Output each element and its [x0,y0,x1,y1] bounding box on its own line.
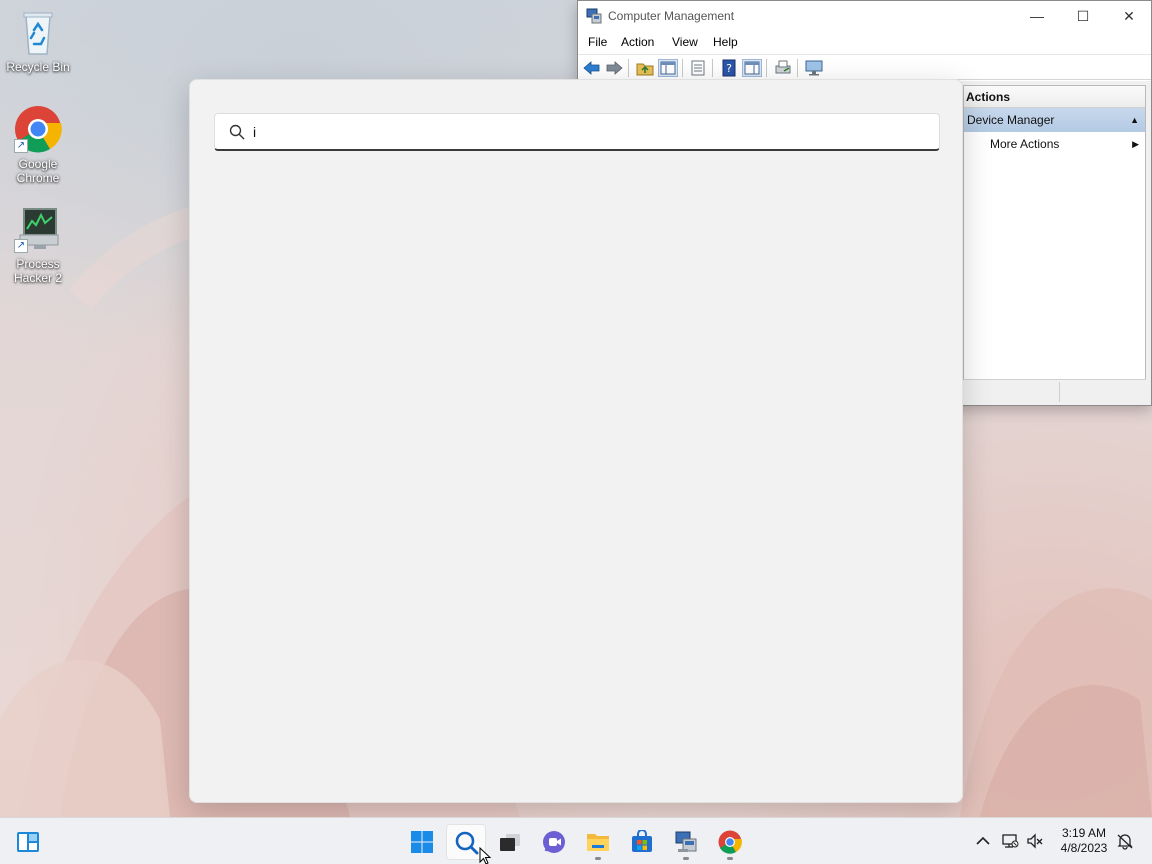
toolbar: ? [578,54,1151,80]
chrome-icon: ↗ [14,105,62,153]
properties-icon[interactable] [688,59,708,77]
toolbar-separator [797,59,798,77]
print-icon[interactable] [773,59,793,77]
status-bar [963,379,1146,403]
menu-file[interactable]: File [588,35,607,49]
menu-view[interactable]: View [672,35,698,49]
file-explorer-icon [586,830,610,854]
computer-management-icon [674,830,698,854]
title-bar[interactable]: Computer Management — ☐ ✕ [578,1,1151,32]
minimize-button[interactable]: — [1014,1,1060,32]
menu-help[interactable]: Help [713,35,738,49]
up-folder-icon[interactable] [635,59,655,77]
search-input[interactable] [253,120,933,144]
clock-time: 3:19 AM [1061,826,1107,840]
taskbar-search-button[interactable] [446,824,492,864]
microsoft-store-icon [630,829,654,854]
show-hidden-icons-chevron-icon[interactable] [974,832,992,850]
toolbar-separator [682,59,683,77]
desktop-icon-label: Google Chrome [16,157,60,185]
taskbar-file-explorer-button[interactable] [578,824,618,860]
toolbar-separator [628,59,629,77]
search-icon [229,124,245,140]
desktop-icon-label: Recycle Bin [6,60,70,74]
actions-pane-header: Actions [964,86,1145,108]
menu-bar: File Action View Help [578,32,1151,54]
shortcut-arrow-icon: ↗ [14,139,28,153]
taskbar: 3:19 AM 4/8/2023 [0,817,1152,864]
volume-muted-icon[interactable] [1026,832,1044,850]
chrome-icon [718,830,742,854]
network-icon[interactable] [1001,832,1019,850]
taskbar-computer-management-button[interactable] [666,824,706,860]
show-hide-console-tree-icon[interactable] [658,59,678,77]
forward-arrow-icon[interactable] [604,59,624,77]
window-title: Computer Management [608,9,735,23]
widgets-icon [16,830,40,854]
actions-group-label: Device Manager [967,113,1055,127]
running-indicator [595,857,601,860]
collapse-caret-icon[interactable]: ▲ [1130,108,1139,132]
chat-icon [542,830,566,854]
taskbar-clock[interactable]: 3:19 AM 4/8/2023 [1052,826,1116,856]
monitor-icon[interactable] [804,59,824,77]
submenu-arrow-icon: ▶ [1132,139,1139,149]
taskbar-chat-button[interactable] [534,824,574,860]
task-view-icon [498,830,522,854]
maximize-button[interactable]: ☐ [1060,1,1106,32]
search-icon [455,831,479,855]
actions-group-device-manager[interactable]: Device Manager ▲ [964,108,1145,132]
actions-item-label: More Actions [990,137,1060,151]
status-divider [1059,382,1060,402]
search-flyout [189,79,963,803]
show-hide-action-pane-icon[interactable] [742,59,762,77]
toolbar-separator [766,59,767,77]
desktop-icon-process-hacker[interactable]: ↗ Process Hacker 2 [0,205,76,285]
desktop-icon-google-chrome[interactable]: ↗ Google Chrome [0,105,76,185]
windows-start-icon [410,830,434,854]
shortcut-arrow-icon: ↗ [14,239,28,253]
help-icon[interactable]: ? [719,59,739,77]
taskbar-microsoft-store-button[interactable] [622,824,662,860]
menu-action[interactable]: Action [621,35,654,49]
taskbar-widgets-button[interactable] [8,824,48,860]
close-button[interactable]: ✕ [1106,1,1152,32]
computer-management-icon [586,8,602,24]
running-indicator [727,857,733,860]
back-arrow-icon[interactable] [582,59,602,77]
actions-item-more-actions[interactable]: More Actions ▶ [964,132,1145,156]
notification-bell-icon[interactable] [1116,832,1134,850]
taskbar-start-button[interactable] [402,824,442,860]
clock-date: 4/8/2023 [1060,841,1108,855]
actions-pane: Actions Device Manager ▲ More Actions ▶ [963,85,1146,403]
recycle-bin-icon [14,8,62,56]
toolbar-separator [712,59,713,77]
svg-text:?: ? [726,62,732,75]
desktop-icon-label: Process Hacker 2 [13,257,63,285]
taskbar-task-view-button[interactable] [490,824,530,860]
taskbar-chrome-button[interactable] [710,824,750,860]
running-indicator [683,857,689,860]
search-box[interactable] [214,113,940,151]
desktop-icon-recycle-bin[interactable]: Recycle Bin [0,8,76,74]
process-hacker-icon: ↗ [14,205,62,253]
